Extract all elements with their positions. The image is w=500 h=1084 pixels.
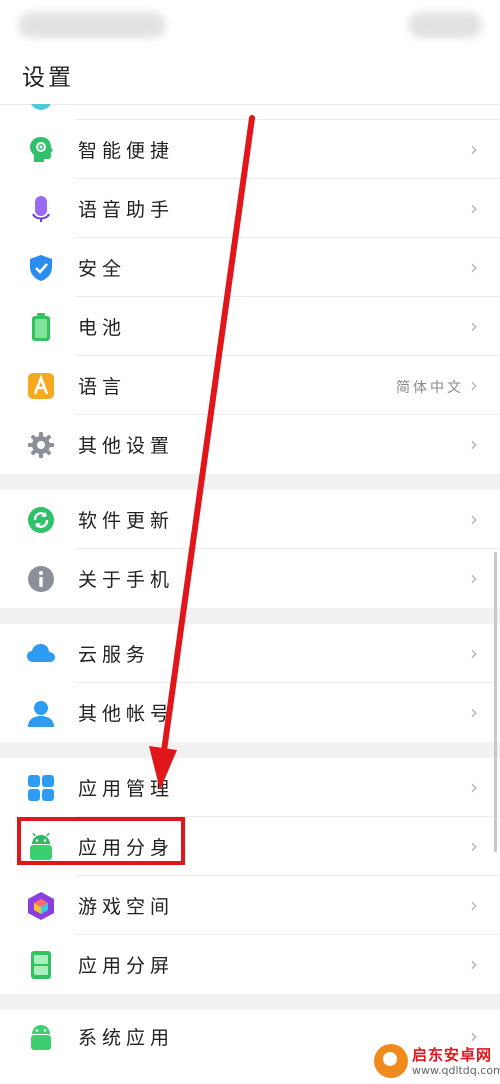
status-bar	[0, 0, 500, 48]
settings-section-1: 智能便捷 › 语音助手 › 安全 › 电池 › 语言 简体中文 › 其他设置 ›	[0, 120, 500, 474]
settings-item-label: 软件更新	[78, 510, 175, 532]
game-cube-icon	[26, 891, 56, 921]
settings-item-label: 关于手机	[78, 569, 175, 591]
update-icon	[26, 505, 56, 535]
settings-item-label: 安全	[78, 258, 127, 280]
settings-item-label: 语音助手	[78, 199, 175, 221]
settings-item-label: 应用管理	[78, 778, 175, 800]
chevron-right-icon: ›	[470, 196, 478, 220]
chevron-right-icon: ›	[470, 314, 478, 338]
chevron-right-icon: ›	[470, 566, 478, 590]
smart-assist-icon	[26, 135, 56, 165]
info-icon	[26, 564, 56, 594]
chevron-right-icon: ›	[470, 775, 478, 799]
settings-item-software-update[interactable]: 软件更新 ›	[0, 490, 500, 549]
settings-section-3: 云服务 › 其他帐号 ›	[0, 624, 500, 742]
settings-item-app-management[interactable]: 应用管理 ›	[0, 758, 500, 817]
scrollbar[interactable]	[494, 552, 497, 852]
site-watermark: 启东安卓网 www.qdltdq.com	[374, 1042, 500, 1084]
settings-item-label: 语言	[78, 376, 127, 398]
settings-item-label: 其他帐号	[78, 703, 175, 725]
account-icon	[26, 698, 56, 728]
language-icon	[26, 371, 56, 401]
status-bar-left-blurred	[18, 12, 166, 38]
language-current-value: 简体中文	[396, 380, 464, 396]
settings-item-voice-assistant[interactable]: 语音助手 ›	[0, 179, 500, 238]
chevron-right-icon: ›	[470, 834, 478, 858]
chevron-right-icon: ›	[470, 507, 478, 531]
chevron-right-icon: ›	[470, 432, 478, 456]
settings-item-game-space[interactable]: 游戏空间 ›	[0, 876, 500, 935]
watermark-name: 启东安卓网	[412, 1046, 493, 1064]
app-grid-icon	[26, 773, 56, 803]
microphone-icon	[26, 194, 56, 224]
settings-item-split-screen[interactable]: 应用分屏 ›	[0, 935, 500, 994]
split-screen-icon	[26, 950, 56, 980]
chevron-right-icon: ›	[470, 700, 478, 724]
settings-item-label: 游戏空间	[78, 896, 175, 918]
shield-icon	[26, 253, 56, 283]
chevron-right-icon: ›	[470, 952, 478, 976]
chevron-right-icon: ›	[470, 137, 478, 161]
section-gap	[0, 742, 500, 758]
settings-item-label: 智能便捷	[78, 140, 175, 162]
settings-item-other-accounts[interactable]: 其他帐号 ›	[0, 683, 500, 742]
settings-item-cloud-service[interactable]: 云服务 ›	[0, 624, 500, 683]
settings-item-battery[interactable]: 电池 ›	[0, 297, 500, 356]
settings-item-other-settings[interactable]: 其他设置 ›	[0, 415, 500, 474]
section-gap	[0, 608, 500, 624]
partial-icon	[30, 104, 52, 110]
watermark-url: www.qdltdq.com	[412, 1064, 500, 1077]
partially-visible-row[interactable]	[0, 104, 500, 120]
settings-item-language[interactable]: 语言 简体中文 ›	[0, 356, 500, 415]
settings-item-label: 云服务	[78, 644, 151, 666]
settings-item-about-phone[interactable]: 关于手机 ›	[0, 549, 500, 608]
section-gap	[0, 474, 500, 490]
settings-item-security[interactable]: 安全 ›	[0, 238, 500, 297]
android-icon	[26, 1022, 56, 1052]
title-bar: 设置	[0, 48, 500, 105]
chevron-right-icon: ›	[470, 255, 478, 279]
chevron-right-icon: ›	[470, 893, 478, 917]
highlight-annotation-box	[17, 817, 185, 865]
settings-item-label: 其他设置	[78, 435, 175, 457]
chevron-right-icon: ›	[470, 641, 478, 665]
settings-item-label: 应用分屏	[78, 955, 175, 977]
battery-icon	[26, 312, 56, 342]
status-bar-right-blurred	[408, 12, 482, 38]
gear-icon	[26, 430, 56, 460]
settings-item-smart-assist[interactable]: 智能便捷 ›	[0, 120, 500, 179]
cloud-icon	[26, 639, 56, 669]
settings-item-label: 系统应用	[78, 1027, 175, 1049]
settings-item-label: 电池	[78, 317, 127, 339]
chevron-right-icon: ›	[470, 373, 478, 397]
settings-section-4: 应用管理 › 应用分身 › 游戏空间 › 应用分屏 ›	[0, 758, 500, 994]
page-title: 设置	[22, 65, 74, 91]
settings-section-2: 软件更新 › 关于手机 ›	[0, 490, 500, 608]
watermark-logo-icon	[374, 1044, 408, 1078]
